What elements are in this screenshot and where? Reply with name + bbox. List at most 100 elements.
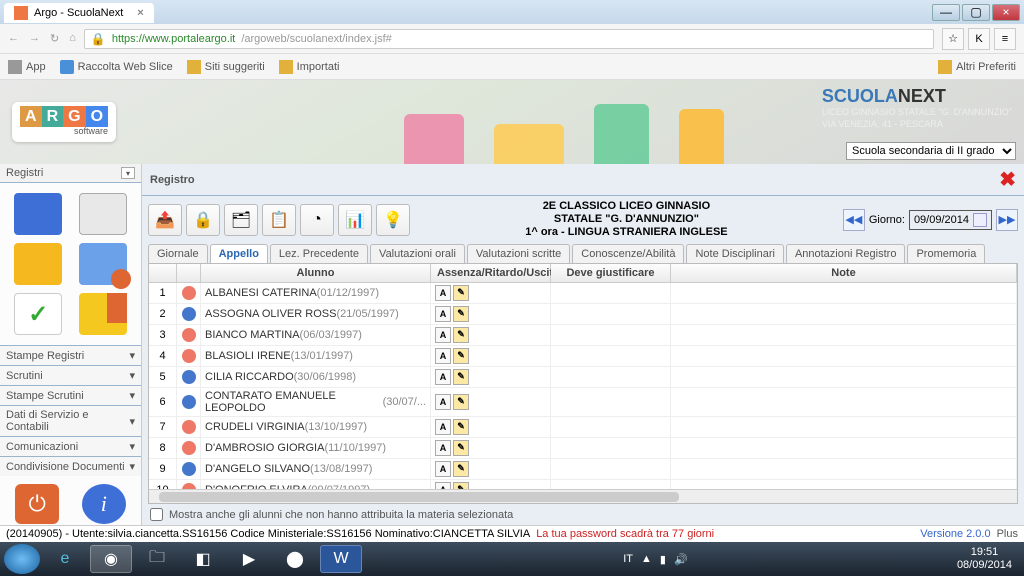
table-row[interactable]: 7CRUDELI VIRGINIA (13/10/1997)A✎ (149, 417, 1017, 438)
sidebar-item-stampe-registri[interactable]: Stampe Registri▾ (0, 345, 141, 365)
tool-export-icon[interactable]: 📤 (148, 204, 182, 236)
table-row[interactable]: 9D'ANGELO SILVANO (13/08/1997)A✎ (149, 459, 1017, 480)
calendar-icon[interactable] (79, 193, 127, 235)
tray-network-icon[interactable]: ▮ (660, 553, 666, 566)
date-input[interactable]: 09/09/2014 (909, 210, 992, 230)
calendar-picker-icon[interactable] (973, 213, 987, 227)
absence-button[interactable]: A (435, 306, 451, 322)
power-icon[interactable]: ⏻ (15, 484, 59, 524)
sidebar-item-dati-servizio[interactable]: Dati di Servizio e Contabili▾ (0, 405, 141, 436)
tab-giornale[interactable]: Giornale (148, 244, 208, 263)
bookmark-item[interactable]: Importati (279, 60, 340, 74)
tab-annotazioni[interactable]: Annotazioni Registro (786, 244, 906, 263)
sidebar-item-scrutini[interactable]: Scrutini▾ (0, 365, 141, 385)
taskbar-hp-icon[interactable]: ⬤ (274, 545, 316, 573)
tab-lez-precedente[interactable]: Lez. Precedente (270, 244, 368, 263)
absence-button[interactable]: A (435, 369, 451, 385)
registry-book-icon[interactable] (14, 193, 62, 235)
info-icon[interactable]: i (82, 484, 126, 524)
edit-absence-button[interactable]: ✎ (453, 419, 469, 435)
apps-button[interactable]: App (8, 60, 46, 74)
url-input[interactable]: 🔒 https://www.portaleargo.it/argoweb/scu… (84, 29, 934, 49)
edit-absence-button[interactable]: ✎ (453, 461, 469, 477)
col-note[interactable]: Note (671, 264, 1017, 283)
tab-appello[interactable]: Appello (210, 244, 268, 263)
tab-conoscenze[interactable]: Conoscenze/Abilità (572, 244, 684, 263)
tray-flag-icon[interactable]: ▲ (641, 553, 652, 565)
edit-absence-button[interactable]: ✎ (453, 394, 469, 410)
tool-bulb-icon[interactable]: 💡 (376, 204, 410, 236)
taskbar-chrome-icon[interactable]: ◉ (90, 545, 132, 573)
absence-button[interactable]: A (435, 461, 451, 477)
browser-tab[interactable]: Argo - ScuolaNext × (4, 3, 154, 23)
col-giustificare[interactable]: Deve giustificare (551, 264, 671, 283)
edit-absence-button[interactable]: ✎ (453, 482, 469, 489)
absence-button[interactable]: A (435, 348, 451, 364)
tool-clipboard-icon[interactable]: 📋 (262, 204, 296, 236)
horizontal-scrollbar[interactable] (149, 489, 1017, 503)
taskbar-explorer-icon[interactable]: 🗀 (136, 545, 178, 573)
notes-icon[interactable] (14, 243, 62, 285)
taskbar-ie-icon[interactable]: e (44, 545, 86, 573)
start-button[interactable] (4, 544, 40, 574)
table-row[interactable]: 1ALBANESI CATERINA (01/12/1997)A✎ (149, 283, 1017, 304)
table-row[interactable]: 3BIANCO MARTINA (06/03/1997)A✎ (149, 325, 1017, 346)
sidebar-item-condivisione[interactable]: Condivisione Documenti▾ (0, 456, 141, 476)
absence-button[interactable]: A (435, 327, 451, 343)
sidebar-section-registri[interactable]: Registri▾ (0, 164, 141, 183)
tab-note-disciplinari[interactable]: Note Disciplinari (686, 244, 783, 263)
system-tray[interactable]: IT ▲ ▮ 🔊 (623, 553, 687, 566)
edit-absence-button[interactable]: ✎ (453, 348, 469, 364)
edit-absence-button[interactable]: ✎ (453, 285, 469, 301)
status-version[interactable]: Versione 2.0.0 (920, 528, 990, 540)
table-row[interactable]: 8D'AMBROSIO GIORGIA (11/10/1997)A✎ (149, 438, 1017, 459)
maximize-button[interactable]: ▢ (962, 4, 990, 21)
prev-day-button[interactable]: ◀◀ (843, 209, 865, 231)
chevron-down-icon[interactable]: ▾ (121, 167, 135, 179)
close-window-button[interactable]: × (992, 4, 1020, 21)
edit-absence-button[interactable]: ✎ (453, 440, 469, 456)
sidebar-item-stampe-scrutini[interactable]: Stampe Scrutini▾ (0, 385, 141, 405)
forward-icon[interactable]: → (29, 32, 40, 45)
tray-volume-icon[interactable]: 🔊 (674, 553, 688, 566)
absence-button[interactable]: A (435, 482, 451, 489)
taskbar-app-icon[interactable]: ◧ (182, 545, 224, 573)
check-icon[interactable] (14, 293, 62, 335)
footer-option[interactable]: Mostra anche gli alunni che non hanno at… (142, 504, 1024, 525)
absence-button[interactable]: A (435, 440, 451, 456)
referee-cards-icon[interactable] (79, 293, 127, 335)
next-day-button[interactable]: ▶▶ (996, 209, 1018, 231)
tray-lang[interactable]: IT (623, 553, 633, 565)
tool-bars-icon[interactable]: 📊 (338, 204, 372, 236)
reload-icon[interactable]: ↻ (50, 32, 59, 45)
tool-lock-icon[interactable]: 🔒 (186, 204, 220, 236)
taskbar-clock[interactable]: 19:51 08/09/2014 (949, 546, 1020, 572)
back-icon[interactable]: ← (8, 32, 19, 45)
tab-promemoria[interactable]: Promemoria (907, 244, 985, 263)
tool-stack-icon[interactable]: 🗂 (224, 204, 258, 236)
table-row[interactable]: 10D'ONOFRIO ELVIRA (09/07/1997)A✎ (149, 480, 1017, 489)
home-icon[interactable]: ⌂ (69, 32, 76, 45)
sidebar-item-comunicazioni[interactable]: Comunicazioni▾ (0, 436, 141, 456)
bookmark-item[interactable]: Siti suggeriti (187, 60, 265, 74)
taskbar-media-icon[interactable]: ▶ (228, 545, 270, 573)
col-assenza[interactable]: Assenza/Ritardo/Uscite (431, 264, 551, 283)
minimize-button[interactable]: — (932, 4, 960, 21)
col-alunno[interactable]: Alunno (201, 264, 431, 283)
other-bookmarks[interactable]: Altri Preferiti (938, 60, 1016, 74)
table-row[interactable]: 2ASSOGNA OLIVER ROSS (21/05/1997)A✎ (149, 304, 1017, 325)
absence-button[interactable]: A (435, 394, 451, 410)
absence-button[interactable]: A (435, 285, 451, 301)
menu-button[interactable]: ≡ (994, 28, 1016, 50)
table-row[interactable]: 5CILIA RICCARDO (30/06/1998)A✎ (149, 367, 1017, 388)
table-row[interactable]: 6CONTARATO EMANUELE LEOPOLDO (30/07/...A… (149, 388, 1017, 417)
absence-button[interactable]: A (435, 419, 451, 435)
edit-absence-button[interactable]: ✎ (453, 327, 469, 343)
edit-absence-button[interactable]: ✎ (453, 369, 469, 385)
tool-pie-icon[interactable]: ◔ (300, 204, 334, 236)
share-button[interactable]: ☆ (942, 28, 964, 50)
bookmark-item[interactable]: Raccolta Web Slice (60, 60, 173, 74)
table-row[interactable]: 4BLASIOLI IRENE (13/01/1997)A✎ (149, 346, 1017, 367)
edit-absence-button[interactable]: ✎ (453, 306, 469, 322)
show-all-students-checkbox[interactable] (150, 508, 163, 521)
